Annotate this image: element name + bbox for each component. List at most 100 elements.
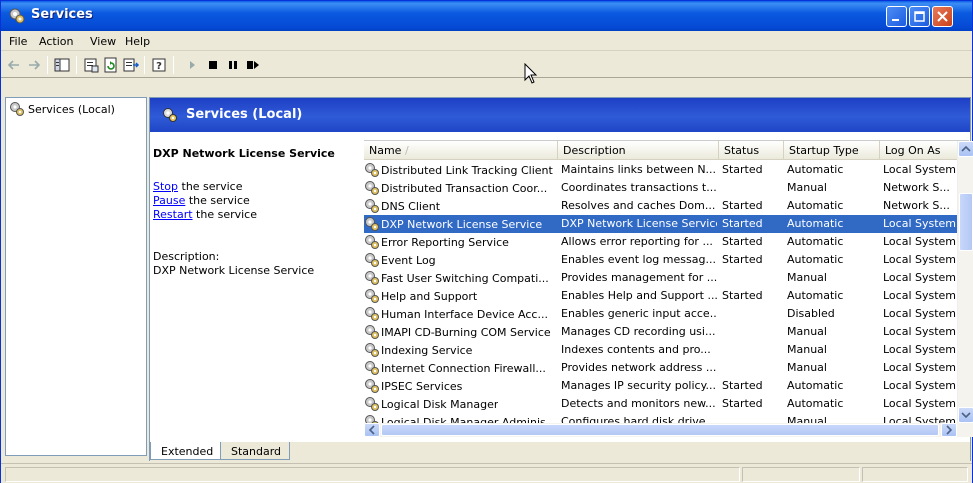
- service-name-text: Logical Disk Manager Adminis...: [381, 415, 556, 424]
- services-gear-icon: [364, 288, 380, 304]
- vertical-scrollbar[interactable]: [957, 141, 973, 423]
- service-name-text: Error Reporting Service: [381, 235, 509, 249]
- scroll-down-button[interactable]: [958, 407, 973, 423]
- table-row[interactable]: Indexing Service Indexes contents and pro…: [364, 341, 957, 359]
- menu-action[interactable]: Action: [39, 35, 73, 48]
- pause-icon[interactable]: [224, 56, 242, 74]
- maximize-button[interactable]: [909, 6, 930, 27]
- column-header-status[interactable]: Status: [719, 141, 784, 160]
- column-header-description[interactable]: Description: [558, 141, 719, 160]
- restart-icon[interactable]: [244, 56, 262, 74]
- cell-description: Enables generic input acce...: [561, 307, 717, 320]
- cell-description: Resolves and caches Dom...: [561, 199, 716, 212]
- cell-startup-type: Manual: [787, 415, 827, 423]
- cell-status: Started: [722, 199, 763, 212]
- cell-description: Manages IP security policy...: [561, 379, 717, 392]
- horizontal-scrollbar[interactable]: [364, 423, 973, 437]
- table-row-selected[interactable]: DXP Network License Service DXP Network L…: [364, 215, 957, 233]
- refresh-icon[interactable]: [102, 56, 120, 74]
- cell-description: Indexes contents and pro...: [561, 343, 711, 356]
- title-bar[interactable]: Services: [1, 1, 972, 31]
- scroll-right-button[interactable]: [941, 423, 957, 437]
- services-gear-icon: [364, 198, 380, 214]
- column-header-name-label: Name: [369, 144, 402, 157]
- show-hide-tree-icon[interactable]: [53, 56, 71, 74]
- extended-description-panel: DXP Network License Service Stop the ser…: [150, 132, 364, 438]
- cell-startup-type: Manual: [787, 343, 827, 356]
- cell-status: Started: [722, 217, 763, 230]
- cell-description: Configures hard disk drive...: [561, 415, 717, 423]
- services-gear-icon: [364, 216, 380, 232]
- horizontal-scroll-thumb[interactable]: [381, 424, 939, 436]
- stop-service-link[interactable]: Stop: [153, 180, 178, 193]
- cell-startup-type: Automatic: [787, 199, 844, 212]
- tab-extended[interactable]: Extended: [150, 442, 223, 460]
- play-icon[interactable]: [184, 56, 202, 74]
- pause-service-link[interactable]: Pause: [153, 194, 185, 207]
- cell-startup-type: Automatic: [787, 253, 844, 266]
- cell-log-on-as: Local System: [883, 307, 957, 320]
- table-row[interactable]: Event Log Enables event log messag... Star…: [364, 251, 957, 269]
- cell-log-on-as: Local System: [883, 253, 957, 266]
- menu-file[interactable]: File: [9, 35, 27, 48]
- cell-name: Error Reporting Service: [364, 234, 556, 250]
- close-button[interactable]: [932, 6, 953, 27]
- menu-view[interactable]: View: [90, 35, 116, 48]
- properties-icon[interactable]: [82, 56, 100, 74]
- services-gear-icon: [364, 378, 380, 394]
- table-row[interactable]: Help and Support Enables Help and Support…: [364, 287, 957, 305]
- cell-description: Enables Help and Support ...: [561, 289, 717, 302]
- service-name-text: Internet Connection Firewall...: [381, 361, 546, 375]
- table-row[interactable]: DNS Client Resolves and caches Dom... Star…: [364, 197, 957, 215]
- cell-log-on-as: Local System: [883, 343, 957, 356]
- menu-help[interactable]: Help: [125, 35, 150, 48]
- help-icon[interactable]: ?: [150, 56, 168, 74]
- table-row[interactable]: Fast User Switching Compati... Provides m…: [364, 269, 957, 287]
- restart-service-link[interactable]: Restart: [153, 208, 193, 221]
- table-row[interactable]: IMAPI CD-Burning COM Service Manages CD r…: [364, 323, 957, 341]
- column-header-startup-type[interactable]: Startup Type: [784, 141, 880, 160]
- stop-icon[interactable]: [204, 56, 222, 74]
- cell-name: Distributed Link Tracking Client: [364, 162, 556, 178]
- cell-log-on-as: Local System: [883, 397, 957, 410]
- cell-startup-type: Automatic: [787, 397, 844, 410]
- service-name-text: DNS Client: [381, 199, 441, 213]
- scroll-up-button[interactable]: [958, 141, 973, 157]
- menu-bar: File Action View Help: [1, 31, 972, 51]
- back-arrow-icon[interactable]: [5, 56, 23, 74]
- vertical-scroll-thumb[interactable]: [959, 193, 973, 251]
- table-row[interactable]: Logical Disk Manager Adminis... Configure…: [364, 413, 957, 423]
- forward-arrow-icon[interactable]: [25, 56, 43, 74]
- table-row[interactable]: Distributed Link Tracking Client Maintain…: [364, 161, 957, 179]
- cell-log-on-as: Local System: [883, 163, 957, 176]
- table-row[interactable]: Human Interface Device Acc... Enables gen…: [364, 305, 957, 323]
- table-row[interactable]: Distributed Transaction Coor... Coordinat…: [364, 179, 957, 197]
- column-header-log-on-as[interactable]: Log On As: [880, 141, 957, 160]
- cell-description: Coordinates transactions t...: [561, 181, 717, 194]
- table-row[interactable]: Error Reporting Service Allows error repo…: [364, 233, 957, 251]
- services-gear-icon: [364, 180, 380, 196]
- cell-name: Event Log: [364, 252, 556, 268]
- cell-description: Maintains links between N...: [561, 163, 717, 176]
- cell-description: Manages CD recording usi...: [561, 325, 716, 338]
- description-text: DXP Network License Service: [153, 264, 315, 277]
- service-name-text: DXP Network License Service: [381, 217, 543, 231]
- cell-log-on-as: Local System: [883, 379, 957, 392]
- cell-name: IPSEC Services: [364, 378, 556, 394]
- export-list-icon[interactable]: [122, 56, 140, 74]
- pause-action-text: the service: [185, 194, 250, 207]
- tab-standard[interactable]: Standard: [220, 442, 291, 460]
- cell-log-on-as: Local System: [883, 289, 957, 302]
- scroll-left-button[interactable]: [364, 423, 380, 437]
- column-header-name[interactable]: Name /: [364, 141, 558, 160]
- minimize-button[interactable]: [886, 6, 907, 27]
- cell-description: Provides network address ...: [561, 361, 717, 374]
- cell-description: DXP Network License Service: [561, 217, 717, 230]
- table-row[interactable]: Internet Connection Firewall... Provides …: [364, 359, 957, 377]
- tree-item-services-local[interactable]: Services (Local): [9, 101, 115, 117]
- pane-header: Services (Local): [150, 98, 970, 132]
- cell-startup-type: Automatic: [787, 163, 844, 176]
- table-row[interactable]: IPSEC Services Manages IP security policy…: [364, 377, 957, 395]
- service-name-text: IPSEC Services: [381, 379, 463, 393]
- table-row[interactable]: Logical Disk Manager Detects and monitors…: [364, 395, 957, 413]
